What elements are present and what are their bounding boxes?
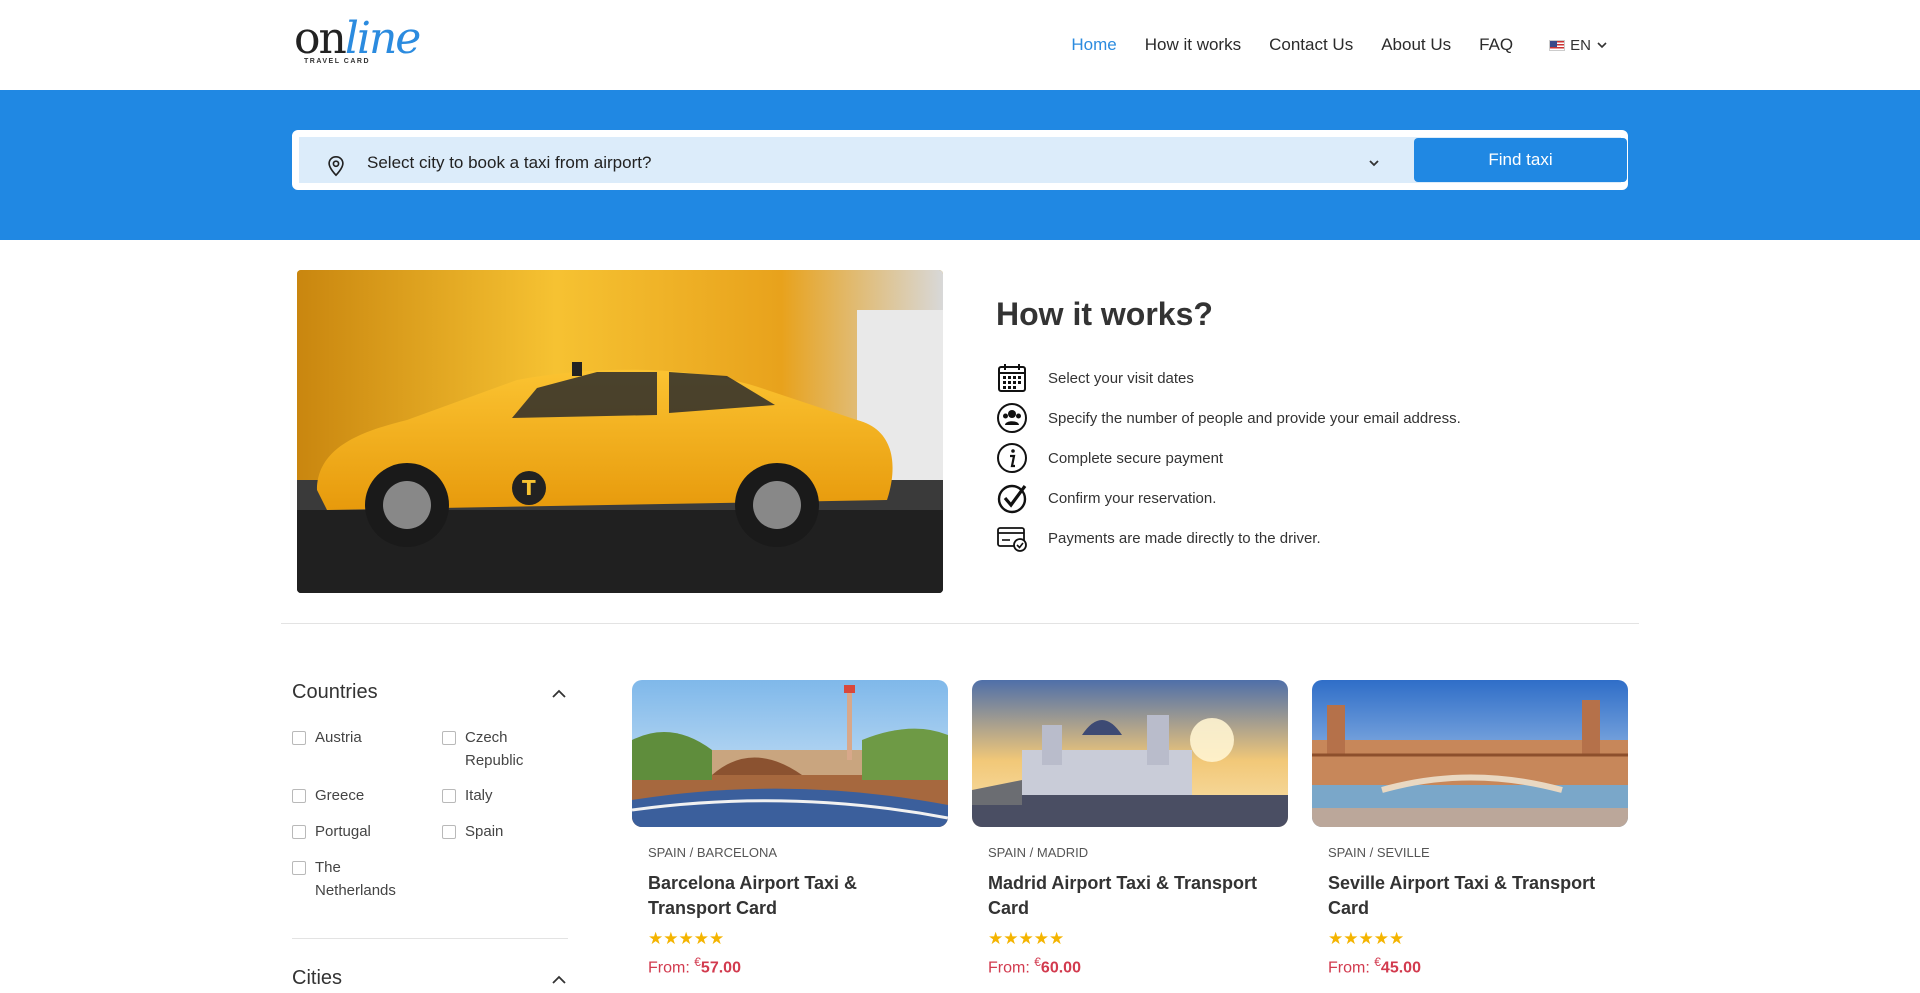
main-nav: Home How it works Contact Us About Us FA… [1043, 32, 1608, 58]
checkbox-austria[interactable]: Austria [292, 726, 362, 749]
city-search-bar[interactable]: Select city to book a taxi from airport?… [292, 130, 1628, 190]
checkbox-label: Portugal [315, 823, 371, 840]
step-text: Specify the number of people and provide… [1048, 409, 1461, 427]
check-circle-icon [996, 482, 1028, 514]
list-item: Complete secure payment [996, 438, 1461, 478]
site-header: online TRAVEL CARD Home How it works Con… [0, 0, 1920, 90]
checkbox-czech-republic[interactable]: Czech Republic [442, 726, 542, 772]
checkbox[interactable] [442, 789, 456, 803]
chevron-down-icon [1597, 42, 1607, 49]
madrid-image[interactable] [972, 680, 1288, 827]
checkbox[interactable] [292, 789, 306, 803]
price-amount: 45.00 [1380, 959, 1421, 977]
step-text: Select your visit dates [1048, 369, 1194, 387]
chevron-up-icon[interactable] [550, 685, 568, 703]
price-from-label: From: [988, 959, 1030, 977]
cities-filter-title[interactable]: Cities [292, 967, 342, 990]
find-taxi-button[interactable]: Find taxi [1414, 138, 1627, 182]
checkbox-label: Czech Republic [465, 729, 524, 769]
checkbox-spain[interactable]: Spain [442, 820, 503, 843]
step-text: Payments are made directly to the driver… [1048, 529, 1321, 547]
card-title[interactable]: Seville Airport Taxi & Transport Card [1328, 871, 1618, 921]
location-pin-icon [328, 156, 344, 177]
price-amount: 57.00 [700, 959, 741, 977]
card-location: SPAIN / SEVILLE [1328, 845, 1430, 860]
language-selector[interactable]: EN [1549, 37, 1608, 54]
card-location: SPAIN / MADRID [988, 845, 1089, 860]
checkbox[interactable] [292, 825, 306, 839]
language-code: EN [1570, 36, 1591, 54]
card-price: From: €60.00 [988, 955, 1288, 977]
chevron-up-icon[interactable] [550, 971, 568, 989]
card-location: SPAIN / BARCELONA [648, 845, 778, 860]
nav-home[interactable]: Home [1071, 35, 1116, 55]
logo-part-on: on [294, 13, 347, 64]
checkbox-portugal[interactable]: Portugal [292, 820, 371, 843]
calendar-icon [996, 362, 1028, 394]
euro-sign: € [1374, 955, 1381, 969]
product-card-barcelona[interactable]: SPAIN / BARCELONA Barcelona Airport Taxi… [632, 680, 948, 977]
logo-part-line: line [344, 13, 422, 64]
list-item: Payments are made directly to the driver… [996, 518, 1461, 558]
checkbox-the-netherlands[interactable]: The Netherlands [292, 856, 402, 902]
logo-subtitle: TRAVEL CARD [304, 58, 371, 65]
nav-contact-us[interactable]: Contact Us [1269, 35, 1353, 55]
nav-faq[interactable]: FAQ [1479, 35, 1513, 55]
how-it-works-title: How it works? [996, 296, 1213, 332]
how-it-works-steps: Select your visit dates Specify the numb… [996, 358, 1461, 558]
card-price: From: €45.00 [1328, 955, 1628, 977]
svg-text:T: T [522, 476, 536, 500]
step-text: Complete secure payment [1048, 449, 1224, 467]
price-amount: 60.00 [1040, 959, 1081, 977]
seville-image[interactable] [1312, 680, 1628, 827]
product-card-madrid[interactable]: SPAIN / MADRID Madrid Airport Taxi & Tra… [972, 680, 1288, 977]
card-check-icon [996, 522, 1028, 554]
people-icon [996, 402, 1028, 434]
city-select-placeholder[interactable]: Select city to book a taxi from airport? [367, 153, 651, 173]
star-rating: ★★★★★ [1328, 929, 1405, 948]
section-divider [281, 623, 1639, 624]
checkbox[interactable] [442, 731, 456, 745]
checkbox[interactable] [292, 861, 306, 875]
star-rating: ★★★★★ [648, 929, 725, 948]
star-rating: ★★★★★ [988, 929, 1065, 948]
taxi-image: T [297, 270, 943, 593]
list-item: Confirm your reservation. [996, 478, 1461, 518]
euro-sign: € [1034, 955, 1041, 969]
list-item: Specify the number of people and provide… [996, 398, 1461, 438]
us-flag-icon [1549, 39, 1566, 51]
chevron-down-icon[interactable] [1365, 154, 1383, 172]
logo[interactable]: online TRAVEL CARD [294, 14, 424, 70]
checkbox-label: Italy [465, 787, 493, 804]
checkbox-label: The Netherlands [315, 859, 396, 899]
checkbox-italy[interactable]: Italy [442, 784, 493, 807]
card-title[interactable]: Barcelona Airport Taxi & Transport Card [648, 871, 938, 921]
product-card-seville[interactable]: SPAIN / SEVILLE Seville Airport Taxi & T… [1312, 680, 1628, 977]
price-from-label: From: [648, 959, 690, 977]
price-from-label: From: [1328, 959, 1370, 977]
checkbox-label: Austria [315, 729, 362, 746]
checkbox-label: Spain [465, 823, 504, 840]
list-item: Select your visit dates [996, 358, 1461, 398]
euro-sign: € [694, 955, 701, 969]
countries-filter-title[interactable]: Countries [292, 681, 378, 704]
step-text: Confirm your reservation. [1048, 489, 1217, 507]
card-title[interactable]: Madrid Airport Taxi & Transport Card [988, 871, 1278, 921]
info-icon [996, 442, 1028, 474]
filter-divider [292, 938, 568, 939]
checkbox[interactable] [442, 825, 456, 839]
nav-about-us[interactable]: About Us [1381, 35, 1451, 55]
checkbox-greece[interactable]: Greece [292, 784, 364, 807]
nav-how-it-works[interactable]: How it works [1145, 35, 1241, 55]
checkbox[interactable] [292, 731, 306, 745]
card-price: From: €57.00 [648, 955, 948, 977]
barcelona-image[interactable] [632, 680, 948, 827]
checkbox-label: Greece [315, 787, 365, 804]
